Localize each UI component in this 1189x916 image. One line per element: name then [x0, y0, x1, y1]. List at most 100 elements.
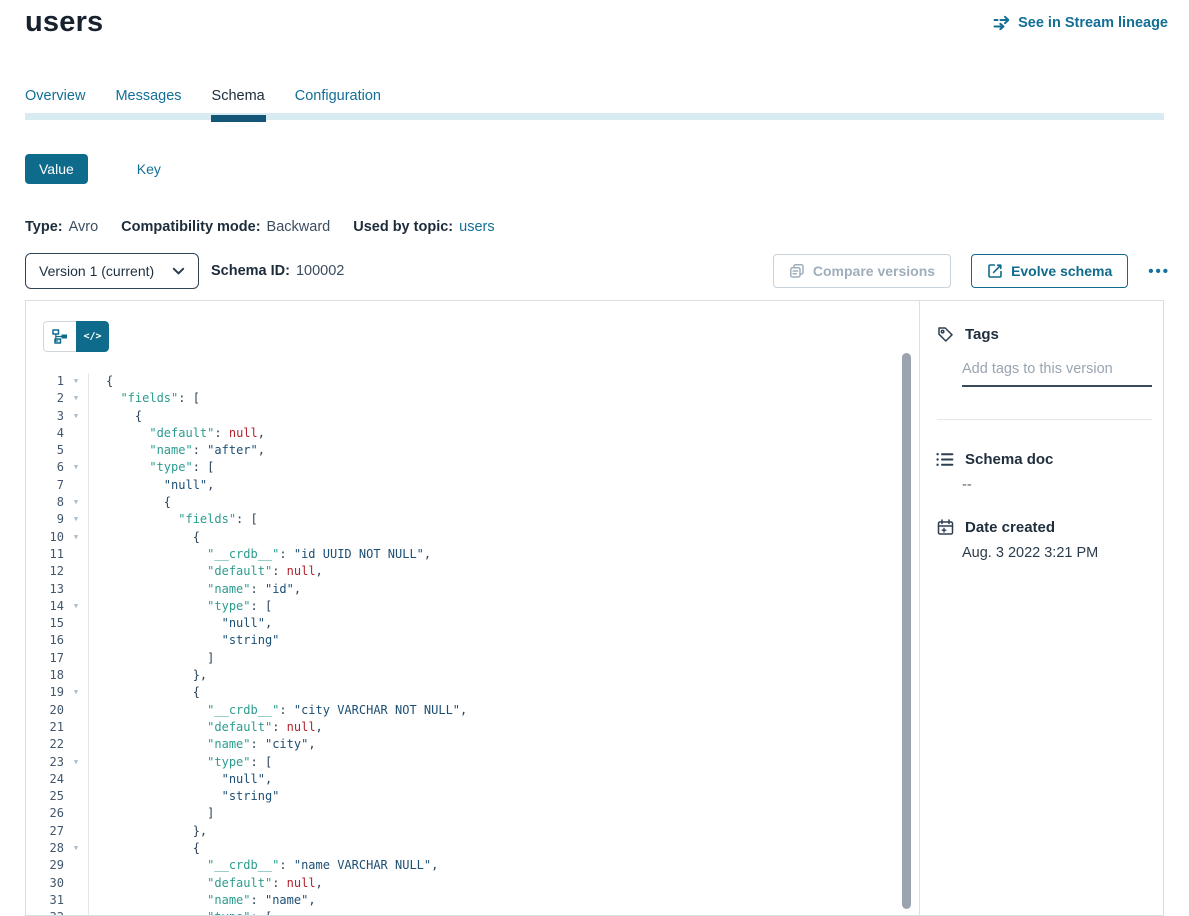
collapse-caret-icon[interactable]: ▼ [64, 390, 88, 407]
version-dropdown[interactable]: Version 1 (current) [25, 253, 199, 289]
code-text: "type": [ [88, 909, 272, 915]
code-text: "__crdb__": "city VARCHAR NOT NULL", [88, 702, 467, 719]
code-view-icon: </> [83, 331, 101, 342]
type-label: Type: [25, 219, 63, 235]
code-text: "name": "name", [88, 892, 316, 909]
tag-icon [936, 326, 954, 343]
caret-spacer [64, 425, 88, 442]
type-value: Avro [69, 219, 99, 235]
used-by-topic-label: Used by topic: [353, 219, 453, 235]
line-number: 9 [26, 511, 64, 528]
collapse-caret-icon[interactable]: ▼ [64, 511, 88, 528]
code-lines: 1▼{2▼ "fields": [3▼ {4 "default": null,5… [26, 373, 896, 915]
collapse-caret-icon[interactable]: ▼ [64, 408, 88, 425]
collapse-caret-icon[interactable]: ▼ [64, 909, 88, 915]
line-number: 10 [26, 529, 64, 546]
version-bar: Version 1 (current) Schema ID: 100002 Co… [25, 253, 1170, 289]
caret-spacer [64, 823, 88, 840]
line-number: 12 [26, 563, 64, 580]
stream-lineage-link[interactable]: See in Stream lineage [993, 15, 1168, 31]
code-text: { [88, 840, 200, 857]
evolve-schema-button[interactable]: Evolve schema [971, 254, 1128, 288]
code-text: ] [88, 650, 214, 667]
caret-spacer [64, 892, 88, 909]
schema-meta-row: Type: Avro Compatibility mode: Backward … [25, 219, 495, 235]
caret-spacer [64, 615, 88, 632]
value-tab-button[interactable]: Value [25, 154, 88, 184]
caret-spacer [64, 442, 88, 459]
code-line: 30 "default": null, [26, 875, 896, 892]
date-created-title: Date created [965, 519, 1055, 536]
code-line: 4 "default": null, [26, 425, 896, 442]
schema-id-value: 100002 [296, 263, 344, 279]
code-line: 21 "default": null, [26, 719, 896, 736]
caret-spacer [64, 632, 88, 649]
collapse-caret-icon[interactable]: ▼ [64, 598, 88, 615]
code-text: }, [88, 667, 207, 684]
code-line: 12 "default": null, [26, 563, 896, 580]
code-text: "string" [88, 788, 279, 805]
line-number: 2 [26, 390, 64, 407]
tags-section-header: Tags [936, 326, 999, 343]
code-text: }, [88, 823, 207, 840]
caret-spacer [64, 563, 88, 580]
caret-spacer [64, 650, 88, 667]
line-number: 32 [26, 909, 64, 915]
line-number: 20 [26, 702, 64, 719]
date-created-section-header: Date created [936, 519, 1055, 536]
compatibility-label: Compatibility mode: [121, 219, 260, 235]
line-number: 21 [26, 719, 64, 736]
key-tab-button[interactable]: Key [137, 161, 161, 177]
code-line: 8▼ { [26, 494, 896, 511]
schema-doc-title: Schema doc [965, 451, 1053, 468]
tree-view-icon [52, 329, 68, 344]
code-text: { [88, 684, 200, 701]
code-line: 28▼ { [26, 840, 896, 857]
topic-link[interactable]: users [459, 219, 494, 235]
collapse-caret-icon[interactable]: ▼ [64, 459, 88, 476]
collapse-caret-icon[interactable]: ▼ [64, 373, 88, 390]
code-line: 15 "null", [26, 615, 896, 632]
code-text: "null", [88, 477, 214, 494]
code-line: 11 "__crdb__": "id UUID NOT NULL", [26, 546, 896, 563]
line-number: 13 [26, 581, 64, 598]
line-number: 16 [26, 632, 64, 649]
collapse-caret-icon[interactable]: ▼ [64, 529, 88, 546]
line-number: 30 [26, 875, 64, 892]
line-number: 8 [26, 494, 64, 511]
collapse-caret-icon[interactable]: ▼ [64, 494, 88, 511]
chevron-down-icon [172, 267, 185, 276]
code-line: 19▼ { [26, 684, 896, 701]
code-text: "fields": [ [88, 511, 258, 528]
compare-versions-button[interactable]: Compare versions [773, 254, 951, 288]
tab-schema[interactable]: Schema [212, 88, 265, 122]
code-text: "type": [ [88, 459, 214, 476]
tags-input[interactable] [962, 361, 1152, 377]
tree-view-button[interactable] [43, 321, 76, 352]
line-number: 4 [26, 425, 64, 442]
code-view-button[interactable]: </> [76, 321, 109, 352]
code-line: 17 ] [26, 650, 896, 667]
date-created-value: Aug. 3 2022 3:21 PM [962, 545, 1098, 561]
line-number: 19 [26, 684, 64, 701]
collapse-caret-icon[interactable]: ▼ [64, 684, 88, 701]
collapse-caret-icon[interactable]: ▼ [64, 754, 88, 771]
caret-spacer [64, 857, 88, 874]
stream-lineage-label: See in Stream lineage [1018, 15, 1168, 31]
line-number: 7 [26, 477, 64, 494]
page-title: users [25, 6, 103, 39]
code-text: { [88, 494, 171, 511]
more-options-button[interactable]: ••• [1148, 263, 1170, 280]
line-number: 6 [26, 459, 64, 476]
code-text: "type": [ [88, 598, 272, 615]
schema-id-label: Schema ID: [211, 263, 290, 279]
calendar-add-icon [936, 519, 954, 536]
schema-panel: </> 1▼{2▼ "fields": [3▼ {4 "default": nu… [25, 300, 1164, 916]
code-line: 23▼ "type": [ [26, 754, 896, 771]
code-line: 14▼ "type": [ [26, 598, 896, 615]
collapse-caret-icon[interactable]: ▼ [64, 840, 88, 857]
line-number: 26 [26, 805, 64, 822]
caret-spacer [64, 702, 88, 719]
editor-scrollbar[interactable] [902, 353, 911, 909]
code-text: ] [88, 805, 214, 822]
